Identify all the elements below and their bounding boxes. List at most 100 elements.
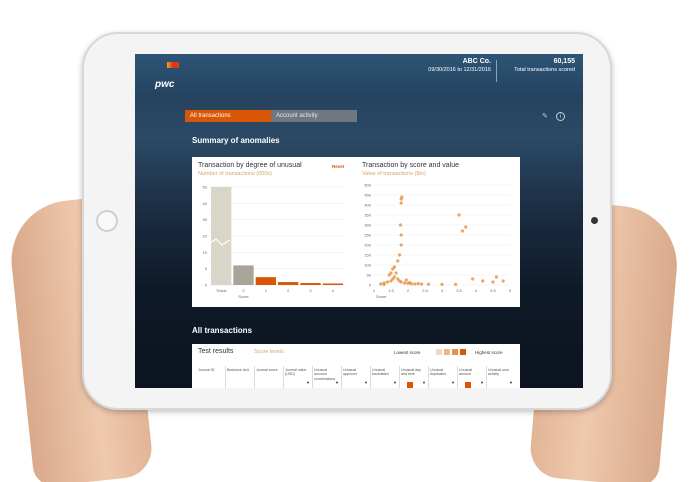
tab-bar: All transactions Account activity: [185, 110, 357, 122]
scatter-point: [391, 267, 395, 271]
reset-button[interactable]: Reset: [332, 164, 344, 169]
y-tick-label: 200: [364, 243, 371, 248]
column-header[interactable]: Unusual approver: [343, 368, 369, 377]
x-tick-label: 3: [441, 288, 444, 293]
column-header[interactable]: Unusual day and time: [401, 368, 427, 377]
tab-account-activity[interactable]: Account activity: [271, 110, 357, 122]
column-divider: [428, 366, 429, 388]
legend-swatch: [460, 349, 466, 355]
column-header[interactable]: Unusual backdated: [372, 368, 398, 377]
filter-dropdown-icon[interactable]: ▼: [364, 380, 368, 385]
column-divider: [312, 366, 313, 388]
info-icon[interactable]: i: [556, 112, 565, 121]
scatter-chart: 0 50 100 150 200 250 300 350 400 450 500 1 1.5 2 2.5 3 3…: [364, 183, 512, 300]
tab-all-transactions[interactable]: All transactions: [185, 110, 271, 122]
scatter-point: [471, 277, 475, 281]
test-results-title: Test results: [198, 348, 234, 355]
x-tick-label: 2: [287, 288, 290, 293]
scatter-point: [394, 271, 398, 275]
bar: [233, 265, 254, 285]
y-tick-label: 150: [364, 253, 371, 258]
x-tick-label: 1: [373, 288, 376, 293]
column-header[interactable]: Unusual user activity: [488, 368, 514, 377]
total-transactions: 60,155 Total transactions scored: [514, 58, 575, 73]
column-divider: [457, 366, 458, 388]
y-tick-label: 100: [364, 263, 371, 268]
scatter-point: [404, 278, 408, 282]
column-header[interactable]: Business Unit: [227, 368, 253, 372]
lowest-score-label: Lowest score: [394, 350, 421, 355]
y-tick-label: 450: [364, 193, 371, 198]
x-tick-label: 1: [265, 288, 268, 293]
column-header[interactable]: Journal score: [256, 368, 282, 372]
scatter-point: [396, 259, 400, 263]
x-tick-label: 4: [332, 288, 335, 293]
right-chart-title: Transaction by score and value: [362, 162, 460, 169]
column-divider: [370, 366, 371, 388]
filter-dropdown-icon[interactable]: ▼: [422, 380, 426, 385]
bar: [255, 277, 276, 285]
column-divider: [254, 366, 255, 388]
scatter-point: [440, 282, 444, 286]
x-axis-label: Score: [238, 294, 249, 299]
logo-text: pwc: [155, 79, 175, 90]
x-tick-label: 1.5: [388, 288, 394, 293]
scatter-point: [386, 280, 390, 284]
tablet-device: pwc ABC Co. 09/30/2016 to 12/31/2016 60,…: [82, 32, 612, 410]
pencil-icon[interactable]: ✎: [542, 112, 548, 120]
all-transactions-title: All transactions: [192, 326, 253, 335]
legend-swatch: [452, 349, 458, 355]
score-levels-link[interactable]: Score levels: [254, 349, 284, 355]
filter-dropdown-icon[interactable]: ▼: [306, 380, 310, 385]
y-tick-label: 30: [203, 217, 208, 222]
scatter-point: [494, 275, 498, 279]
scatter-point: [399, 233, 403, 237]
column-header[interactable]: Unusual amount: [459, 368, 485, 377]
score-cell-marker: [465, 382, 471, 388]
scatter-point: [457, 213, 461, 217]
bar: [278, 282, 299, 285]
total-label: Total transactions scored: [514, 67, 575, 73]
filter-dropdown-icon[interactable]: ▼: [393, 380, 397, 385]
x-tick-label: 2: [407, 288, 410, 293]
logo-mark-icon: [167, 62, 179, 68]
summary-title: Summary of anomalies: [192, 136, 280, 145]
y-tick-label: 50: [367, 273, 372, 278]
scatter-point: [460, 229, 464, 233]
scatter-point: [426, 282, 430, 286]
y-tick-label: 40: [203, 201, 208, 206]
x-tick-label: 2.5: [422, 288, 428, 293]
filter-dropdown-icon[interactable]: ▼: [335, 380, 339, 385]
scatter-point: [392, 275, 396, 279]
test-results-card: Test results Score levels Lowest score H…: [192, 344, 520, 388]
scatter-point: [416, 282, 420, 286]
x-tick-label: 3: [309, 288, 312, 293]
y-tick-label: 250: [364, 233, 371, 238]
scatter-point: [403, 281, 407, 285]
column-header[interactable]: Unusual duplicates: [430, 368, 456, 377]
y-tick-label: 5: [205, 266, 208, 271]
column-header[interactable]: Journal ID: [198, 368, 224, 372]
legend-swatch: [444, 349, 450, 355]
scatter-point: [491, 280, 495, 284]
home-button[interactable]: [96, 210, 118, 232]
scatter-point: [501, 279, 505, 283]
x-tick-label: 4.5: [490, 288, 496, 293]
y-tick-label: 400: [364, 203, 371, 208]
scatter-point: [413, 282, 417, 286]
y-tick-label: 500: [364, 183, 371, 188]
left-chart-subtitle: Number of transactions (000s): [198, 171, 272, 177]
column-header[interactable]: Journal value (USD): [285, 368, 311, 377]
bar: [211, 187, 232, 285]
y-tick-label: 10: [203, 250, 208, 255]
y-tick-label: 300: [364, 223, 371, 228]
scatter-point: [464, 225, 468, 229]
filter-dropdown-icon[interactable]: ▼: [509, 380, 513, 385]
filter-dropdown-icon[interactable]: ▼: [451, 380, 455, 385]
header-divider: [496, 60, 497, 82]
filter-dropdown-icon[interactable]: ▼: [480, 380, 484, 385]
scatter-point: [379, 282, 383, 286]
total-count: 60,155: [553, 58, 575, 65]
column-divider: [486, 366, 487, 388]
app-screen: pwc ABC Co. 09/30/2016 to 12/31/2016 60,…: [135, 54, 583, 388]
